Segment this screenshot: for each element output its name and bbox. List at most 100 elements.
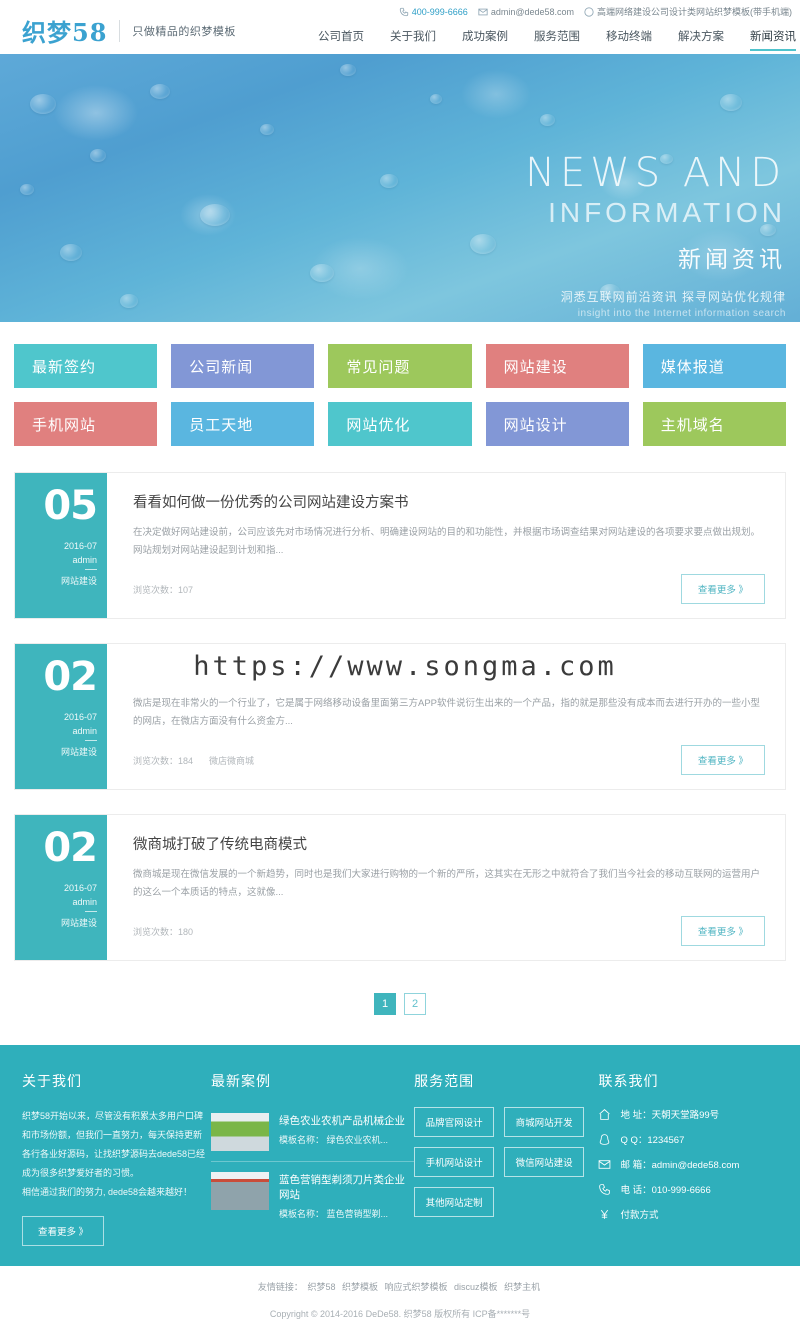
nav-item-mobile[interactable]: 移动终端 xyxy=(593,28,665,51)
case-template-name: 模板名称： 蓝色营销型剃... xyxy=(279,1209,389,1220)
category-site-design[interactable]: 网站设计 xyxy=(485,402,629,446)
nav-item-about[interactable]: 关于我们 xyxy=(377,28,449,51)
service-brand-site-design[interactable]: 品牌官网设计 xyxy=(414,1107,495,1138)
article-category: 网站建设 xyxy=(60,918,97,929)
article-category: 网站建设 xyxy=(60,747,97,758)
article-date-block: 02 2016-07 admin 网站建设 xyxy=(15,644,107,790)
topbar-notice: 高端网络建设公司设计类网站织梦模板(带手机端) xyxy=(584,5,792,18)
article-title[interactable]: 看看如何做一份优秀的公司网站建设方案书 xyxy=(133,491,765,512)
main-navigation: 公司首页 关于我们 成功案例 服务范围 移动终端 解决方案 新闻资讯 联系我们 xyxy=(305,28,800,51)
nav-item-cases[interactable]: 成功案例 xyxy=(449,28,521,51)
article-meta: 浏览次数：184 微店微商城 xyxy=(133,754,254,767)
page-number-2[interactable]: 2 xyxy=(404,993,426,1016)
contact-phone-text: 电 话：010-999-6666 xyxy=(620,1185,711,1197)
case-info: 绿色农业农机产品机械企业 模板名称： 绿色农业农机... xyxy=(279,1113,414,1151)
article-month: 2016-07 xyxy=(63,883,97,894)
category-site-optimize[interactable]: 网站优化 xyxy=(328,402,472,446)
mail-icon xyxy=(598,1158,611,1171)
contact-qq-text: Q Q：1234567 xyxy=(620,1135,685,1147)
article-meta-divider xyxy=(85,569,97,570)
contact-email-row: 邮 箱：admin@dede58.com xyxy=(598,1157,778,1171)
nav-item-solutions[interactable]: 解决方案 xyxy=(665,28,737,51)
category-company-news[interactable]: 公司新闻 xyxy=(171,344,315,388)
site-logo[interactable]: 织梦58 只做精品的织梦模板 xyxy=(22,13,236,48)
article-footer: 浏览次数：184 微店微商城 查看更多 》 xyxy=(133,745,765,776)
article-more-button[interactable]: 查看更多 》 xyxy=(680,745,765,776)
article-footer: 浏览次数：107 查看更多 》 xyxy=(133,574,765,605)
chat-icon xyxy=(584,6,594,17)
friendly-link-5[interactable]: 织梦主机 xyxy=(504,1282,540,1292)
hero-english-subtitle1: insight into the Internet information se… xyxy=(577,307,786,319)
case-thumbnail-image xyxy=(211,1172,269,1211)
contact-address-row: 地 址：天朝天堂路99号 xyxy=(598,1107,778,1121)
copyright-text: Copyright © 2014-2016 DeDe58. 织梦58 版权所有 … xyxy=(269,1308,531,1319)
page-number-1[interactable]: 1 xyxy=(374,993,396,1016)
article-description: 微店是现在非常火的一个行业了，它是属于网络移动设备里面第三方APP软件说衍生出来… xyxy=(133,698,761,728)
phone-icon xyxy=(399,7,409,17)
article-body: 看看如何做一份优秀的公司网站建设方案书 在决定做好网站建设前，公司应该先对市场情… xyxy=(107,473,785,618)
category-staff-world[interactable]: 员工天地 xyxy=(171,402,315,446)
about-line: 各行各业好源码，让找织梦源码去dede58已经 xyxy=(22,1149,206,1160)
topbar-email-text: admin@dede58.com xyxy=(490,6,574,17)
footer-contact-title: 联系我们 xyxy=(598,1073,659,1090)
logo-divider xyxy=(119,19,121,42)
article-title[interactable]: 微商城打破了传统电商模式 xyxy=(133,833,765,854)
top-contact-bar: 400-999-6666 admin@dede58.com 高端网络建设公司设计… xyxy=(399,5,792,18)
footer-services-grid: 品牌官网设计 商城网站开发 手机网站设计 微信网站建设 其他网站定制 xyxy=(414,1107,585,1218)
nav-item-services[interactable]: 服务范围 xyxy=(521,28,593,51)
footer-services-column: 服务范围 品牌官网设计 商城网站开发 手机网站设计 微信网站建设 其他网站定制 xyxy=(414,1071,598,1245)
contact-payment-row[interactable]: 付款方式 xyxy=(598,1207,778,1221)
category-site-build[interactable]: 网站建设 xyxy=(485,344,629,388)
case-name[interactable]: 绿色农业农机产品机械企业 xyxy=(279,1113,414,1128)
topbar-email: admin@dede58.com xyxy=(478,7,574,17)
category-faq[interactable]: 常见问题 xyxy=(328,344,472,388)
hero-english-line2: INFORMATION xyxy=(548,197,786,228)
article-day: 02 xyxy=(43,654,98,701)
nav-item-news[interactable]: 新闻资讯 xyxy=(737,28,800,51)
about-line: 和市场份额，但我们一直努力，每天保持更新 xyxy=(22,1130,203,1141)
footer-case-item[interactable]: 绿色农业农机产品机械企业 模板名称： 绿色农业农机... xyxy=(211,1107,414,1161)
site-footer: 关于我们 织梦58开始以来，尽管没有积累太多用户口碑 和市场份额，但我们一直努力… xyxy=(0,1045,800,1266)
footer-about-column: 关于我们 织梦58开始以来，尽管没有积累太多用户口碑 和市场份额，但我们一直努力… xyxy=(22,1071,211,1246)
friendly-links: 友情链接： 织梦58 织梦模板 响应式织梦模板 discuz模板 织梦主机 xyxy=(0,1280,800,1293)
service-mobile-site-design[interactable]: 手机网站设计 xyxy=(414,1147,495,1178)
footer-about-more-button[interactable]: 查看更多 》 xyxy=(22,1215,105,1246)
about-line: 相信通过我们的努力, dede58会越来越好！ xyxy=(22,1186,193,1197)
footer-bottom-bar: 友情链接： 织梦58 织梦模板 响应式织梦模板 discuz模板 织梦主机 Co… xyxy=(0,1265,800,1338)
article-meta: 浏览次数：107 xyxy=(133,583,209,596)
category-latest-signing[interactable]: 最新签约 xyxy=(14,344,158,388)
friendly-link-4[interactable]: discuz模板 xyxy=(454,1282,498,1292)
footer-contact-column: 联系我们 地 址：天朝天堂路99号 Q Q：1234567 邮 箱：admin@… xyxy=(598,1071,778,1245)
case-name[interactable]: 蓝色营销型剃须刀片类企业网站 xyxy=(279,1172,414,1202)
service-other-customization[interactable]: 其他网站定制 xyxy=(414,1187,495,1218)
news-article-card[interactable]: 02 2016-07 admin 网站建设 微商城打破了传统电商模式 微商城是现… xyxy=(14,814,786,962)
article-month: 2016-07 xyxy=(63,712,97,723)
article-tag[interactable]: 微店微商城 xyxy=(209,754,254,767)
friendly-link-3[interactable]: 响应式织梦模板 xyxy=(385,1282,448,1292)
friendly-links-label: 友情链接： xyxy=(257,1281,303,1292)
friendly-link-2[interactable]: 织梦模板 xyxy=(342,1282,378,1292)
footer-contact-list: 地 址：天朝天堂路99号 Q Q：1234567 邮 箱：admin@dede5… xyxy=(598,1107,778,1221)
contact-address-text: 地 址：天朝天堂路99号 xyxy=(620,1110,720,1122)
nav-item-home[interactable]: 公司首页 xyxy=(305,28,377,51)
article-more-button[interactable]: 查看更多 》 xyxy=(680,574,765,605)
footer-columns: 关于我们 织梦58开始以来，尽管没有积累太多用户口碑 和市场份额，但我们一直努力… xyxy=(22,1071,778,1246)
footer-case-item[interactable]: 蓝色营销型剃须刀片类企业网站 模板名称： 蓝色营销型剃... xyxy=(211,1161,415,1230)
article-more-button[interactable]: 查看更多 》 xyxy=(680,916,765,947)
site-header: 400-999-6666 admin@dede58.com 高端网络建设公司设计… xyxy=(0,0,800,54)
article-view-count: 浏览次数：184 xyxy=(133,755,194,766)
category-host-domain[interactable]: 主机域名 xyxy=(642,402,786,446)
news-article-card[interactable]: 05 2016-07 admin 网站建设 看看如何做一份优秀的公司网站建设方案… xyxy=(14,472,786,620)
category-mobile-site[interactable]: 手机网站 xyxy=(14,402,158,446)
service-mall-site-dev[interactable]: 商城网站开发 xyxy=(504,1107,585,1138)
hero-text-block: NEWS AND INFORMATION 新闻资讯 洞悉互联网前沿资讯 探寻网站… xyxy=(525,152,786,322)
category-grid: 最新签约 公司新闻 常见问题 网站建设 媒体报道 手机网站 员工天地 网站优化 … xyxy=(14,344,786,446)
friendly-link-1[interactable]: 织梦58 xyxy=(307,1282,335,1292)
article-date-block: 02 2016-07 admin 网站建设 xyxy=(15,815,107,961)
article-author: admin xyxy=(72,726,97,737)
news-article-list: 05 2016-07 admin 网站建设 看看如何做一份优秀的公司网站建设方案… xyxy=(0,446,800,962)
service-wechat-site-build[interactable]: 微信网站建设 xyxy=(504,1147,585,1178)
phone-icon xyxy=(598,1183,611,1196)
article-footer: 浏览次数：180 查看更多 》 xyxy=(133,916,765,947)
category-media-report[interactable]: 媒体报道 xyxy=(642,344,786,388)
